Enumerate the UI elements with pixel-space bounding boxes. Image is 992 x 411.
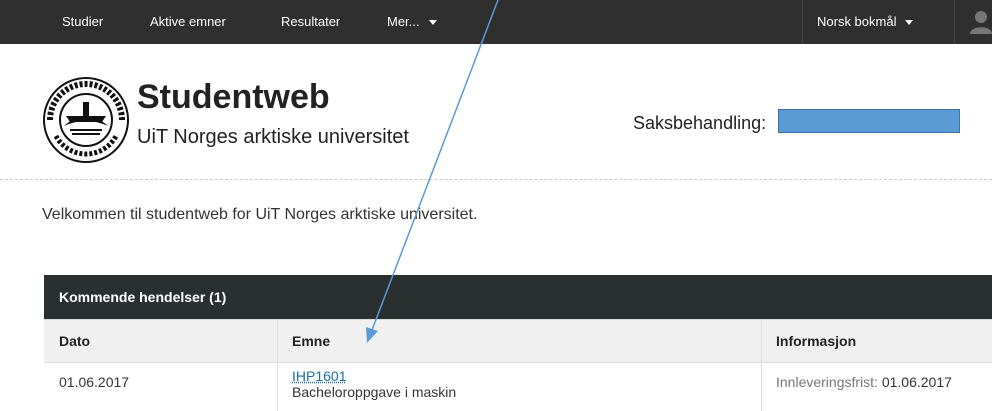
event-date: 01.06.2017	[59, 374, 130, 390]
nav-separator	[954, 0, 955, 44]
site-title: Studentweb	[137, 78, 330, 116]
university-seal-logo	[43, 77, 129, 163]
nav-label: Studier	[62, 14, 104, 29]
language-label: Norsk bokmål	[817, 14, 897, 29]
column-header-course: Emne	[292, 333, 331, 349]
deadline-date: 01.06.2017	[881, 374, 952, 390]
site-subtitle: UiT Norges arktiske universitet	[137, 126, 409, 148]
case-handling-label: Saksbehandling:	[633, 113, 767, 133]
panel-title: Kommende hendelser (1)	[59, 289, 227, 305]
top-navigation-bar: Studier Aktive emner Resultater Mer... N…	[0, 0, 992, 44]
column-header-information: Informasjon	[776, 333, 857, 349]
language-dropdown[interactable]: Norsk bokmål	[803, 0, 927, 44]
user-icon[interactable]	[970, 10, 992, 34]
column-header-date: Dato	[59, 333, 91, 349]
table-row: 01.06.2017 IHP1601 Bacheloroppgave i mas…	[44, 363, 992, 411]
event-course-cell: IHP1601 Bacheloroppgave i maskin	[277, 363, 761, 411]
header-divider	[0, 179, 992, 180]
nav-studier[interactable]: Studier	[48, 0, 117, 44]
table-header-row: Dato Emne Informasjon	[44, 319, 992, 363]
nav-label: Mer...	[387, 14, 420, 29]
course-code-link[interactable]: IHP1601	[292, 368, 761, 384]
nav-aktive-emner[interactable]: Aktive emner	[136, 0, 240, 44]
welcome-text: Velkommen til studentweb for UiT Norges …	[42, 206, 478, 223]
nav-label: Aktive emner	[150, 14, 226, 29]
caret-down-icon	[905, 20, 914, 26]
course-name: Bacheloroppgave i maskin	[292, 384, 457, 400]
deadline-label: Innleveringsfrist:	[776, 374, 878, 390]
nav-label: Resultater	[281, 14, 341, 29]
case-handling-field	[778, 109, 960, 133]
event-info: Innleveringsfrist: 01.06.2017	[761, 363, 992, 411]
nav-resultater[interactable]: Resultater	[267, 0, 354, 44]
nav-more-dropdown[interactable]: Mer...	[373, 0, 451, 44]
caret-down-icon	[428, 20, 437, 26]
upcoming-events-heading: Kommende hendelser (1)	[44, 275, 992, 319]
